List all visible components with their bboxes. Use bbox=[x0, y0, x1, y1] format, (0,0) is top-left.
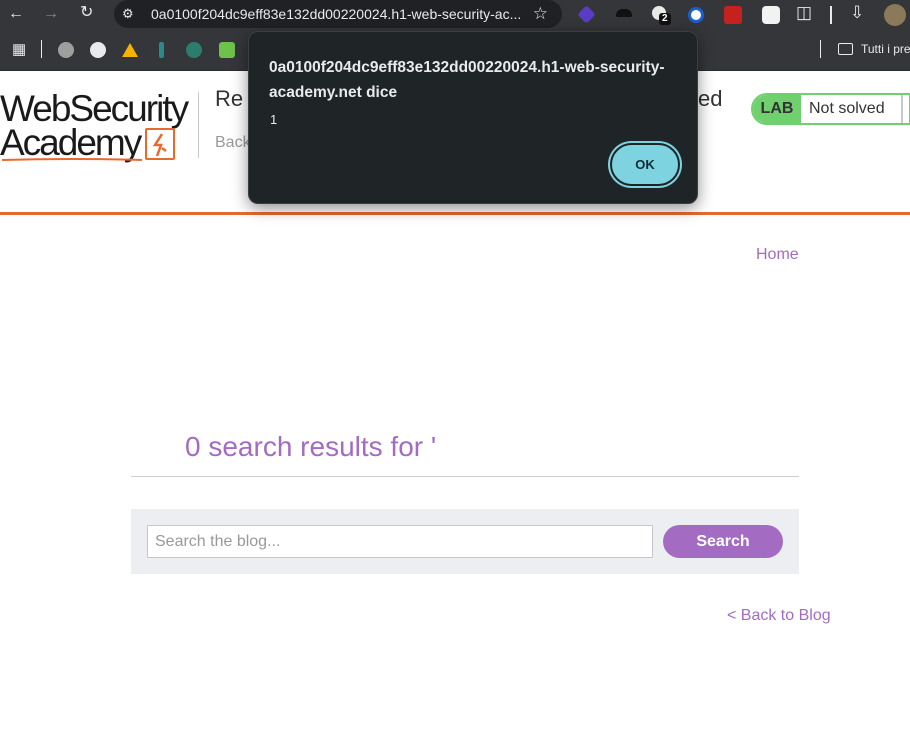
site-settings-icon[interactable]: ⚙ bbox=[122, 6, 138, 22]
bookmark-folder-label: Tutti i pre bbox=[861, 42, 910, 56]
lab-title: Re bbox=[215, 86, 244, 111]
search-results-heading: 0 search results for ' bbox=[185, 431, 437, 462]
blocker-extension-icon[interactable] bbox=[762, 6, 780, 24]
back-arrow-icon[interactable]: ← bbox=[8, 6, 24, 22]
bookmark-folder[interactable]: Tutti i pre bbox=[838, 42, 910, 56]
logo-underline-icon bbox=[2, 158, 142, 161]
url-text[interactable]: 0a0100f204dc9eff83e132dd00220024.h1-web-… bbox=[151, 6, 521, 22]
header-divider bbox=[0, 212, 910, 215]
card-bookmark-icon[interactable] bbox=[219, 42, 235, 58]
pdf-extension-icon[interactable] bbox=[724, 6, 742, 24]
power-bookmark-icon[interactable] bbox=[58, 42, 74, 58]
results-divider bbox=[131, 476, 799, 477]
lab-title-end: ed bbox=[698, 86, 723, 111]
browser-toolbar: ← → ↻ ⚙ 0a0100f204dc9eff83e132dd00220024… bbox=[0, 0, 910, 30]
alert-message: 1 bbox=[270, 112, 278, 127]
search-input[interactable] bbox=[147, 525, 653, 558]
apps-grid-icon[interactable]: ▦ bbox=[12, 42, 26, 58]
lab-status-widget: LAB Not solved bbox=[751, 93, 910, 125]
extension-purple-icon[interactable] bbox=[577, 5, 596, 24]
bookmark-star-icon[interactable]: ☆ bbox=[533, 4, 548, 24]
extensions-puzzle-icon[interactable]: ◫ bbox=[796, 4, 812, 21]
nav-home-link[interactable]: Home bbox=[756, 246, 799, 264]
alert-ok-button[interactable]: OK bbox=[610, 143, 680, 186]
back-to-blog-link[interactable]: < Back to Blog bbox=[727, 607, 831, 625]
logo-line-1: WebSecurity bbox=[0, 88, 189, 129]
search-button[interactable]: Search bbox=[663, 525, 783, 558]
lab-status-text: Not solved bbox=[809, 100, 885, 117]
extension-badge: 2 bbox=[659, 13, 671, 25]
address-bar[interactable]: ⚙ 0a0100f204dc9eff83e132dd00220024.h1-we… bbox=[114, 0, 562, 28]
lab-badge: LAB bbox=[753, 95, 801, 123]
github-bookmark-icon[interactable] bbox=[90, 42, 106, 58]
download-icon[interactable]: ⇩ bbox=[850, 4, 864, 21]
alert-origin: 0a0100f204dc9eff83e132dd00220024.h1-web-… bbox=[269, 59, 665, 101]
dots-bookmark-icon[interactable] bbox=[159, 42, 164, 58]
password-manager-icon[interactable] bbox=[688, 7, 704, 23]
reload-icon[interactable]: ↻ bbox=[80, 5, 93, 21]
forward-arrow-icon[interactable]: → bbox=[43, 6, 59, 22]
globe-bookmark-icon[interactable] bbox=[186, 42, 202, 58]
folder-icon bbox=[838, 43, 853, 55]
extension-hat-icon[interactable] bbox=[616, 9, 632, 17]
lightning-bolt-icon bbox=[145, 128, 175, 160]
alert-dialog: 0a0100f204dc9eff83e132dd00220024.h1-web-… bbox=[248, 31, 698, 204]
search-form: Search bbox=[131, 509, 799, 574]
back-to-lab-link[interactable]: Back bbox=[215, 134, 251, 152]
drive-bookmark-icon[interactable] bbox=[122, 43, 138, 57]
profile-avatar-icon[interactable] bbox=[884, 4, 906, 26]
